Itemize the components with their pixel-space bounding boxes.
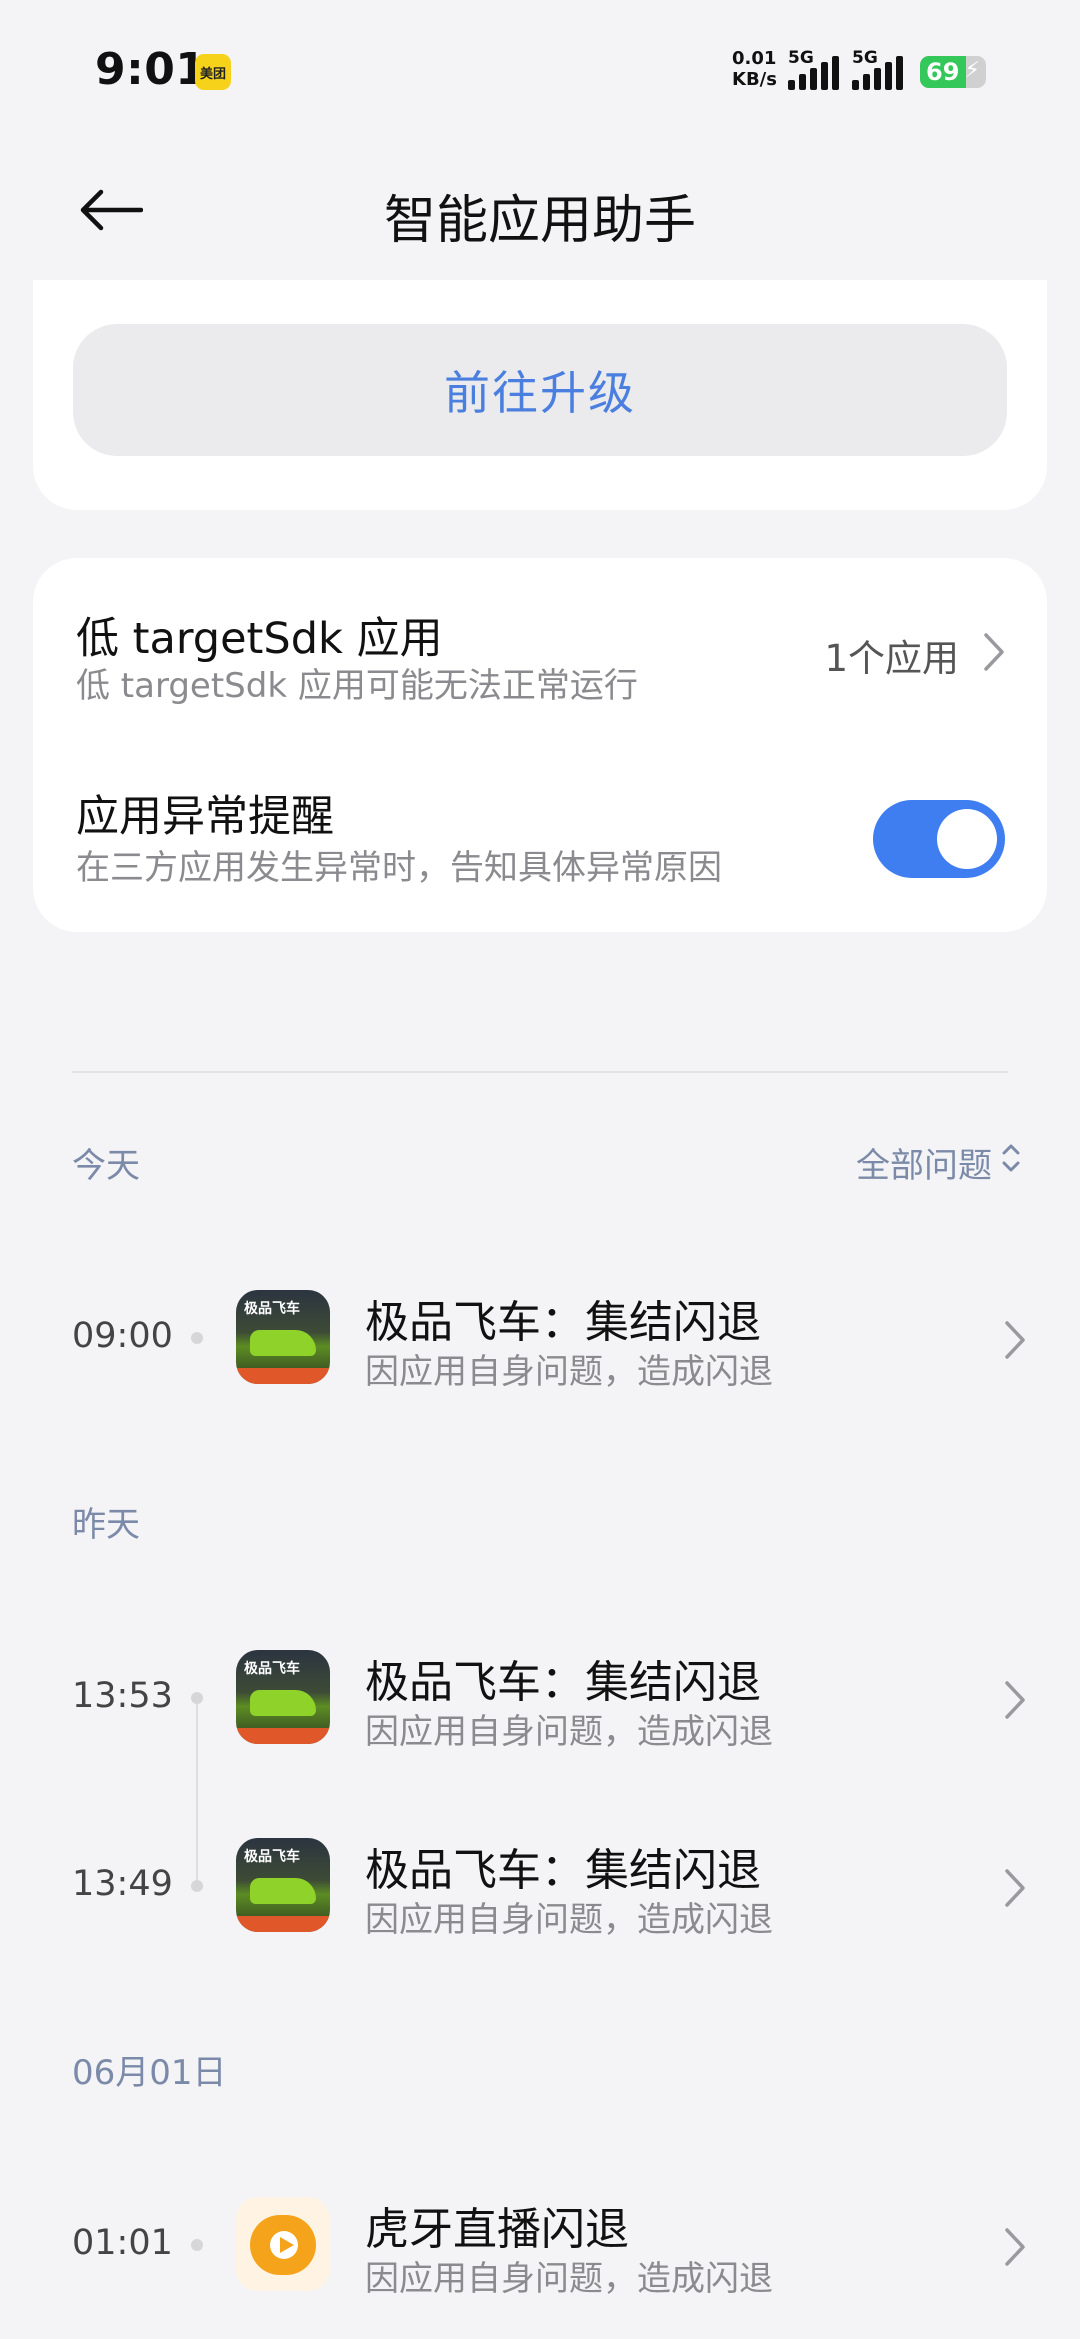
timeline-dot (191, 1880, 203, 1892)
charging-icon: ⚡ (964, 58, 980, 83)
event-app-name: 极品飞车：集结闪退 (365, 1297, 761, 1348)
divider (72, 1071, 1008, 1073)
sort-updown-icon[interactable] (1000, 1141, 1022, 1175)
page-title: 智能应用助手 (383, 191, 696, 251)
section-label-today: 今天 (72, 1146, 140, 1186)
need-for-speed-app-icon: 极品飞车 (236, 1838, 330, 1932)
crash-event-item[interactable]: 09:00 极品飞车 极品飞车：集结闪退 因应用自身问题，造成闪退 (0, 1278, 1080, 1398)
signal-strength-icon: 5G (788, 48, 850, 90)
status-time: 9:01 (95, 44, 207, 95)
issue-filter-dropdown[interactable]: 全部问题 (856, 1138, 992, 1187)
toggle-knob (937, 809, 997, 869)
timeline-dot (191, 2239, 203, 2251)
event-description: 因应用自身问题，造成闪退 (365, 1712, 773, 1752)
event-time: 13:49 (72, 1864, 173, 1904)
event-description: 因应用自身问题，造成闪退 (365, 1900, 773, 1940)
low-targetsdk-count: 1个应用 (824, 637, 959, 680)
huya-app-icon (236, 2197, 330, 2291)
signal-type-label: 5G (852, 48, 878, 68)
app-exception-alert-row: 应用异常提醒 在三方应用发生异常时，告知具体异常原因 (33, 748, 1047, 932)
event-time: 13:53 (72, 1676, 173, 1716)
upgrade-card: 前往升级 (33, 280, 1047, 510)
event-description: 因应用自身问题，造成闪退 (365, 1352, 773, 1392)
battery-icon: 69 ⚡ (920, 56, 986, 88)
exception-alert-subtitle: 在三方应用发生异常时，告知具体异常原因 (76, 848, 722, 888)
event-app-name: 极品飞车：集结闪退 (365, 1657, 761, 1708)
chevron-right-icon (984, 633, 1004, 671)
event-app-name: 虎牙直播闪退 (365, 2204, 629, 2255)
meituan-notification-icon: 美团 (195, 54, 231, 90)
network-speed: 0.01 KB/s (732, 48, 777, 90)
need-for-speed-app-icon: 极品飞车 (236, 1290, 330, 1384)
upgrade-button[interactable]: 前往升级 (73, 324, 1007, 456)
need-for-speed-app-icon: 极品飞车 (236, 1650, 330, 1744)
crash-event-item[interactable]: 13:49 极品飞车 极品飞车：集结闪退 因应用自身问题，造成闪退 (0, 1826, 1080, 1946)
timeline-dot (191, 1692, 203, 1704)
timeline-dot (191, 1332, 203, 1344)
chevron-right-icon (1005, 1869, 1025, 1907)
event-time: 01:01 (72, 2223, 173, 2263)
battery-percent: 69 (926, 58, 960, 86)
signal-type-label: 5G (788, 48, 814, 68)
chevron-right-icon (1005, 1681, 1025, 1719)
app-header: 智能应用助手 (0, 160, 1080, 260)
signal-strength-icon: 5G (852, 48, 914, 90)
event-time: 09:00 (72, 1316, 173, 1356)
network-speed-unit: KB/s (732, 69, 777, 90)
section-label-date: 06月01日 (72, 2053, 227, 2093)
low-targetsdk-title: 低 targetSdk 应用 (76, 614, 443, 664)
section-label-yesterday: 昨天 (72, 1505, 140, 1545)
low-targetsdk-subtitle: 低 targetSdk 应用可能无法正常运行 (76, 666, 638, 706)
exception-alert-toggle[interactable] (873, 800, 1005, 878)
event-app-name: 极品飞车：集结闪退 (365, 1845, 761, 1896)
chevron-right-icon (1005, 1321, 1025, 1359)
event-description: 因应用自身问题，造成闪退 (365, 2259, 773, 2299)
crash-event-item[interactable]: 01:01 虎牙直播闪退 因应用自身问题，造成闪退 (0, 2185, 1080, 2305)
chevron-right-icon (1005, 2228, 1025, 2266)
crash-event-item[interactable]: 13:53 极品飞车 极品飞车：集结闪退 因应用自身问题，造成闪退 (0, 1638, 1080, 1758)
settings-card: 低 targetSdk 应用 低 targetSdk 应用可能无法正常运行 1个… (33, 558, 1047, 932)
network-speed-value: 0.01 (732, 48, 777, 69)
low-targetsdk-apps-row[interactable]: 低 targetSdk 应用 低 targetSdk 应用可能无法正常运行 1个… (33, 558, 1047, 748)
status-bar: 9:01 美团 0.01 KB/s 5G 5G 69 ⚡ (0, 0, 1080, 140)
exception-alert-title: 应用异常提醒 (76, 792, 334, 842)
